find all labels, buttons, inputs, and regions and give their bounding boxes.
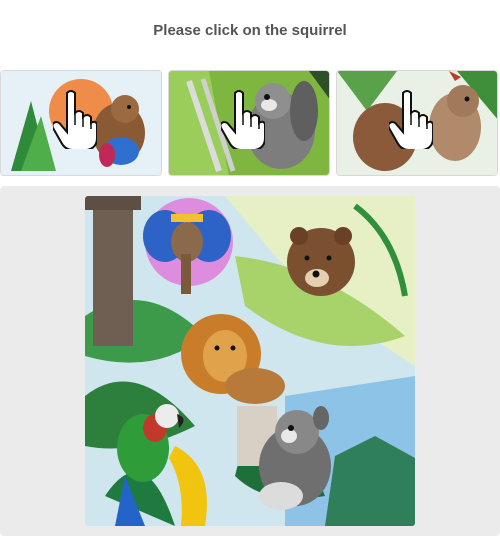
example-thumbnails [0,70,500,178]
challenge-image[interactable] [85,196,415,526]
hand-cursor-icon [389,90,433,149]
hand-cursor-icon [221,90,265,149]
example-image-2 [168,70,330,176]
example-image-3 [336,70,498,176]
hand-cursor-icon [53,90,97,149]
captcha-prompt: Please click on the squirrel [153,22,347,39]
example-image-1 [0,70,162,176]
challenge-panel [0,186,500,536]
